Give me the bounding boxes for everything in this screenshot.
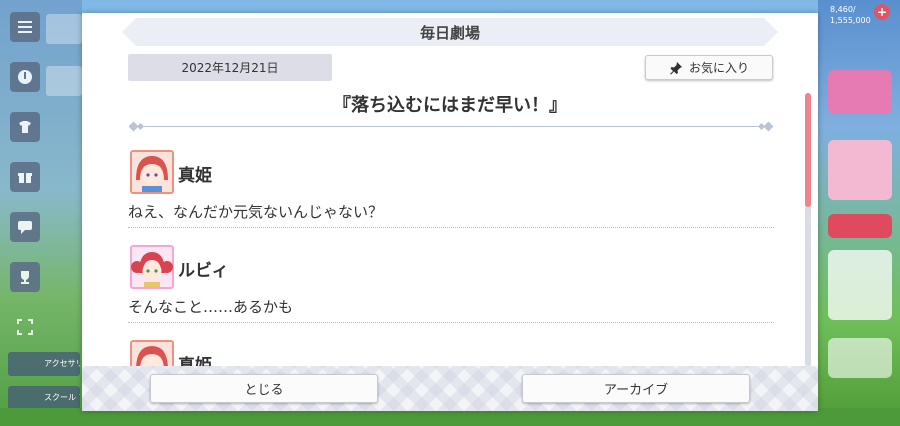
menu-icon[interactable] <box>10 12 40 42</box>
favorite-button[interactable]: お気に入り <box>645 55 773 80</box>
accessory-button[interactable]: アクセサリー <box>8 352 80 376</box>
maki-avatar <box>130 150 174 194</box>
trophy-icon[interactable] <box>10 262 40 292</box>
notice-icon[interactable] <box>10 62 40 92</box>
background-tile <box>46 66 82 96</box>
story-scroll-area[interactable]: 真姫 ねえ、なんだか元気ないんじゃない？ ルビィ そんなこと……あるかも 真姫 <box>128 141 774 366</box>
archive-button[interactable]: アーカイブ <box>522 374 750 403</box>
entry-separator <box>128 227 774 228</box>
dialogue-entry: ルビィ そんなこと……あるかも <box>128 236 774 331</box>
event-banner[interactable] <box>828 250 892 320</box>
event-banner[interactable] <box>828 70 892 114</box>
chat-icon[interactable] <box>10 212 40 242</box>
dialog-footer: とじる アーカイブ <box>82 366 818 411</box>
favorite-label: お気に入り <box>688 61 749 75</box>
dialogue-text: ねえ、なんだか元気ないんじゃない？ <box>128 203 384 221</box>
close-button[interactable]: とじる <box>150 374 378 403</box>
entry-separator <box>128 322 774 323</box>
pin-icon <box>669 61 682 74</box>
add-resource-button[interactable]: + <box>874 4 890 20</box>
dialogue-entry: 真姫 ねえ、なんだか元気ないんじゃない？ <box>128 141 774 236</box>
dialog-title: 毎日劇場 <box>122 18 778 46</box>
daily-theater-dialog: 毎日劇場 2022年12月21日 お気に入り 『落ち込むにはまだ早い！』 真姫 … <box>82 13 818 411</box>
ruby-avatar <box>130 245 174 289</box>
school-idol-button[interactable]: スクール アイドル <box>8 386 80 410</box>
story-title: 『落ち込むにはまだ早い！』 <box>333 95 567 116</box>
event-banner[interactable] <box>828 214 892 238</box>
background-tile <box>46 14 82 44</box>
scrollbar[interactable] <box>805 93 811 367</box>
fullscreen-icon[interactable] <box>10 312 40 342</box>
maki-avatar <box>130 340 174 366</box>
present-shirt-icon[interactable] <box>10 112 40 142</box>
speaker-name: 真姫 <box>178 356 212 366</box>
speaker-name: 真姫 <box>178 166 212 186</box>
event-banner[interactable] <box>828 140 892 200</box>
dialogue-entry: 真姫 <box>128 331 774 366</box>
gift-icon[interactable] <box>10 162 40 192</box>
story-date: 2022年12月21日 <box>128 54 332 81</box>
scrollbar-thumb[interactable] <box>805 93 811 207</box>
speaker-name: ルビィ <box>178 261 229 281</box>
dialogue-text: そんなこと……あるかも <box>128 298 294 316</box>
title-divider <box>128 121 774 133</box>
event-banner[interactable] <box>828 338 892 378</box>
